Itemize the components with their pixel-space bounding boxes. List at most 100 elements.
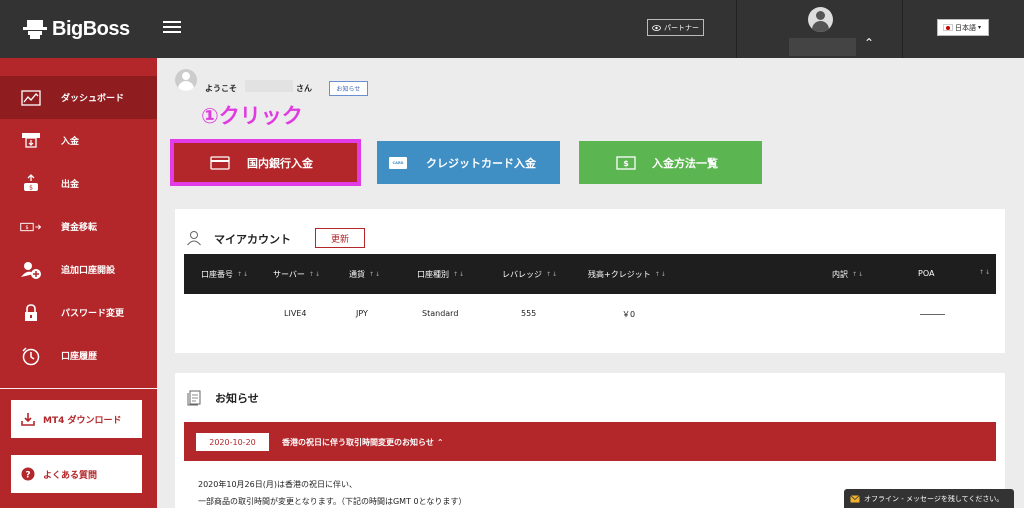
money-icon: $ (616, 155, 636, 170)
card-icon (210, 155, 230, 170)
sidebar: ダッシュボード 入金 $ 出金 $ 資金移転 追加口座開設 パスワード変更 口座 (0, 58, 157, 508)
sort-icon: ↑↓ (979, 269, 992, 276)
sort-icon: ↑↓ (852, 271, 865, 278)
sidebar-item-deposit[interactable]: 入金 (0, 119, 157, 162)
credit-card-label: クレジットカード入金 (426, 156, 536, 170)
news-body-line: 2020年10月26日(月)は香港の祝日に伴い、 (198, 480, 357, 489)
sidebar-item-label: 出金 (61, 180, 80, 190)
column-header[interactable]: サーバー ↑↓ (273, 269, 321, 280)
language-label: 日本語 (955, 23, 976, 32)
chart-icon (20, 87, 42, 109)
partner-button[interactable]: パートナー (647, 19, 704, 36)
sidebar-item-label: 口座履歴 (61, 352, 98, 362)
bigboss-logo-icon (23, 20, 47, 39)
chevron-up-icon: ⌃ (436, 438, 444, 447)
sidebar-item-label: パスワード変更 (61, 309, 125, 319)
svg-text:CARD: CARD (393, 161, 404, 165)
domestic-bank-label: 国内銀行入金 (247, 156, 313, 170)
partner-label: パートナー (664, 23, 699, 32)
sidebar-item-history[interactable]: 口座履歴 (0, 334, 157, 377)
news-headline[interactable]: 香港の祝日に伴う取引時間変更のお知らせ ⌃ (282, 437, 444, 448)
sidebar-item-label: ダッシュボード (61, 94, 125, 104)
column-header[interactable]: 通貨 ↑↓ (349, 269, 381, 280)
envelope-icon (850, 494, 860, 502)
chat-label: オフライン - メッセージを残してください。 (864, 494, 1004, 503)
japan-flag-icon (943, 24, 953, 31)
news-date-badge: 2020-10-20 (195, 432, 270, 452)
sort-icon: ↑↓ (237, 271, 250, 278)
logo[interactable]: BigBoss (22, 14, 130, 44)
column-header[interactable]: POA (918, 269, 934, 278)
sidebar-item-password[interactable]: パスワード変更 (0, 291, 157, 334)
sidebar-divider (0, 388, 157, 389)
welcome-user-name (245, 80, 293, 92)
click-annotation: ①クリック (201, 104, 303, 128)
deposit-methods-label: 入金方法一覧 (652, 156, 718, 170)
transfer-icon: $ (20, 216, 42, 238)
credit-card-deposit-button[interactable]: CARD クレジットカード入金 (377, 141, 560, 184)
news-title: お知らせ (215, 392, 259, 405)
sidebar-item-withdraw[interactable]: $ 出金 (0, 162, 157, 205)
caret-down-icon: ▾ (978, 24, 982, 31)
user-name[interactable] (789, 38, 856, 56)
sidebar-item-dashboard[interactable]: ダッシュボード (0, 76, 157, 119)
news-body-line: 一部商品の取引時間が変更となります。（下記の時間はGMT 0となります） (198, 497, 467, 506)
column-header[interactable]: 口座番号 ↑↓ (201, 269, 249, 280)
svg-text:$: $ (623, 159, 629, 168)
refresh-button[interactable]: 更新 (315, 228, 365, 248)
eye-icon (652, 24, 661, 31)
mt4-download-label: MT4 ダウンロード (43, 415, 122, 426)
question-icon: ? (21, 467, 35, 481)
sidebar-item-label: 資金移転 (61, 223, 98, 233)
deposit-icon (20, 130, 42, 152)
mt4-download-button[interactable]: MT4 ダウンロード (10, 399, 143, 439)
welcome-suffix: さん (296, 84, 312, 93)
news-body: 2020年10月26日(月)は香港の祝日に伴い、 一部商品の取引時間が変更となり… (198, 476, 466, 508)
leverage-cell: 555 (521, 309, 537, 318)
download-icon (21, 413, 35, 426)
credit-card-icon: CARD (389, 156, 407, 169)
logo-text: BigBoss (52, 17, 130, 40)
svg-text:$: $ (25, 225, 28, 231)
sort-icon: ↑↓ (546, 271, 559, 278)
balance-cell: ￥0 (622, 310, 636, 319)
header-divider (902, 0, 903, 58)
column-header[interactable]: 口座種別 ↑↓ (417, 269, 465, 280)
deposit-methods-button[interactable]: $ 入金方法一覧 (579, 141, 762, 184)
svg-text:$: $ (29, 184, 33, 191)
faq-label: よくある質問 (43, 470, 98, 481)
user-avatar[interactable] (808, 7, 833, 32)
poa-cell (920, 314, 945, 315)
offline-chat-widget[interactable]: オフライン - メッセージを残してください。 (844, 489, 1014, 508)
domestic-bank-deposit-button[interactable]: 国内銀行入金 (170, 139, 361, 186)
sidebar-item-add-account[interactable]: 追加口座開設 (0, 248, 157, 291)
language-select[interactable]: 日本語 ▾ (937, 19, 989, 36)
chevron-up-icon[interactable]: ⌃ (864, 36, 874, 50)
sort-icon: ↑↓ (654, 271, 667, 278)
column-header[interactable]: 残高+クレジット ↑↓ (588, 269, 667, 280)
column-header[interactable]: レバレッジ ↑↓ (502, 269, 558, 280)
sort-icon: ↑↓ (369, 271, 382, 278)
svg-text:?: ? (25, 471, 30, 481)
faq-button[interactable]: ? よくある質問 (10, 454, 143, 494)
document-icon (187, 390, 201, 406)
notice-link-button[interactable]: お知らせ (329, 81, 368, 96)
welcome-avatar (175, 69, 197, 91)
sort-icon: ↑↓ (308, 271, 321, 278)
server-cell: LIVE4 (284, 309, 307, 318)
column-header[interactable]: 内訳 ↑↓ (832, 269, 864, 280)
sidebar-item-transfer[interactable]: $ 資金移転 (0, 205, 157, 248)
user-icon (187, 231, 201, 246)
sidebar-item-label: 追加口座開設 (61, 266, 116, 276)
withdraw-icon: $ (20, 173, 42, 195)
sort-icon: ↑↓ (453, 271, 466, 278)
sidebar-item-label: 入金 (61, 137, 80, 147)
history-icon (20, 345, 42, 367)
my-account-title: マイアカウント (214, 233, 291, 246)
top-header: BigBoss パートナー ⌃ 日本語 ▾ (0, 0, 1024, 58)
hamburger-menu-icon[interactable] (163, 18, 181, 38)
welcome-prefix: ようこそ (205, 84, 237, 93)
account-table-header: 口座番号 ↑↓ サーバー ↑↓ 通貨 ↑↓ 口座種別 ↑↓ レバレッジ ↑↓ 残高+クレジ… (184, 254, 996, 294)
currency-cell: JPY (356, 309, 368, 318)
column-header[interactable]: ↑↓ (979, 269, 991, 276)
